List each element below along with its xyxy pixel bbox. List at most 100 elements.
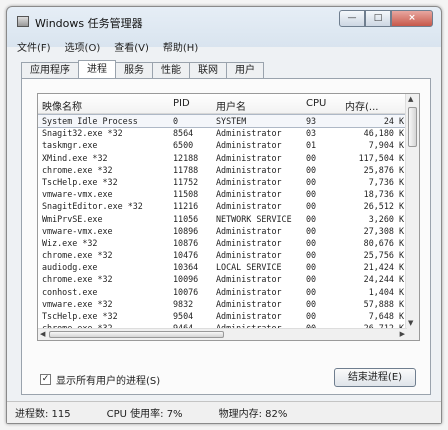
table-row[interactable]: chrome.exe *32 10096 Administrator 00 24,244… xyxy=(38,273,419,285)
process-cpu: 00 xyxy=(306,189,317,200)
table-row[interactable]: XMind.exe *32 12188 Administrator 00 117,504… xyxy=(38,152,419,164)
scroll-up-icon[interactable]: ▲ xyxy=(408,95,413,103)
process-user: Administrator xyxy=(216,274,282,285)
process-pid: 9832 xyxy=(173,298,194,309)
close-button[interactable]: × xyxy=(391,10,433,27)
menu-view[interactable]: 查看(V) xyxy=(112,38,151,55)
table-row[interactable]: vmware-vmx.exe 11508 Administrator 00 18,736… xyxy=(38,188,419,200)
menu-bar: 文件(F) 选项(O) 查看(V) 帮助(H) xyxy=(15,38,200,55)
process-memory: 26,512 K xyxy=(363,201,404,212)
tab-processes[interactable]: 进程 xyxy=(78,60,116,78)
table-row[interactable]: chrome.exe *32 10476 Administrator 00 25,756… xyxy=(38,249,419,261)
minimize-button[interactable]: — xyxy=(339,10,365,27)
scroll-left-icon[interactable]: ◀ xyxy=(40,330,45,338)
process-pid: 10876 xyxy=(173,237,199,248)
tab-applications[interactable]: 应用程序 xyxy=(21,62,79,78)
process-name: vmware.exe *32 xyxy=(42,298,113,309)
column-header-cpu[interactable]: CPU xyxy=(306,98,326,109)
process-name: WmiPrvSE.exe xyxy=(42,213,103,224)
process-pid: 11788 xyxy=(173,164,199,175)
process-pid: 11216 xyxy=(173,201,199,212)
process-memory: 7,904 K xyxy=(368,140,404,151)
process-cpu: 03 xyxy=(306,128,317,139)
process-pid: 0 xyxy=(173,116,179,126)
vertical-scroll-thumb[interactable] xyxy=(408,107,417,147)
process-name: vmware-vmx.exe xyxy=(42,189,113,200)
process-name: taskmgr.exe xyxy=(42,140,98,151)
menu-help[interactable]: 帮助(H) xyxy=(161,38,200,55)
window-controls: — □ × xyxy=(339,10,433,27)
table-row[interactable]: Wiz.exe *32 10876 Administrator 00 80,676 K xyxy=(38,237,419,249)
process-cpu: 00 xyxy=(306,286,317,297)
process-user: Administrator xyxy=(216,128,282,139)
process-name: SnagitEditor.exe *32 xyxy=(42,201,143,212)
process-cpu: 93 xyxy=(306,116,317,126)
process-memory: 25,876 K xyxy=(363,164,404,175)
column-header-memory[interactable]: 内存(... xyxy=(345,98,378,113)
process-cpu: 00 xyxy=(306,164,317,175)
process-name: System Idle Process xyxy=(42,116,138,126)
table-row[interactable]: taskmgr.exe 6500 Administrator 01 7,904 K xyxy=(38,139,419,151)
scroll-down-icon[interactable]: ▼ xyxy=(408,319,413,327)
menu-file[interactable]: 文件(F) xyxy=(15,38,53,55)
table-row[interactable]: vmware.exe *32 9832 Administrator 00 57,888 … xyxy=(38,298,419,310)
process-cpu: 00 xyxy=(306,298,317,309)
process-memory: 7,736 K xyxy=(368,176,404,187)
process-memory: 7,648 K xyxy=(368,311,404,321)
process-name: audiodg.exe xyxy=(42,262,98,273)
column-header-pid[interactable]: PID xyxy=(173,98,190,109)
process-user: Administrator xyxy=(216,250,282,261)
show-all-users-label[interactable]: 显示所有用户的进程(S) xyxy=(56,372,160,387)
process-user: Administrator xyxy=(216,298,282,309)
tab-services[interactable]: 服务 xyxy=(115,62,153,78)
show-all-users-option[interactable]: ✓ 显示所有用户的进程(S) xyxy=(40,372,160,387)
process-memory: 3,260 K xyxy=(368,213,404,224)
table-row[interactable]: System Idle Process 0 SYSTEM 93 24 K xyxy=(38,113,419,129)
process-pid: 12188 xyxy=(173,152,199,163)
vertical-scrollbar[interactable]: ▲ ▼ xyxy=(405,94,419,340)
title-bar[interactable]: Windows 任务管理器 — □ × xyxy=(7,7,441,37)
process-memory: 1,404 K xyxy=(368,286,404,297)
process-cpu: 00 xyxy=(306,250,317,261)
table-row[interactable]: TscHelp.exe *32 11752 Administrator 00 7,736… xyxy=(38,176,419,188)
process-memory: 57,888 K xyxy=(363,298,404,309)
process-pid: 6500 xyxy=(173,140,194,151)
horizontal-scrollbar[interactable]: ◀ ▶ xyxy=(38,328,407,340)
process-memory: 24 K xyxy=(383,116,404,126)
process-pid: 10476 xyxy=(173,250,199,261)
table-row[interactable]: conhost.exe 10076 Administrator 00 1,404 K xyxy=(38,286,419,298)
process-user: Administrator xyxy=(216,225,282,236)
maximize-button[interactable]: □ xyxy=(365,10,391,27)
tab-strip: 应用程序 进程 服务 性能 联网 用户 xyxy=(21,60,264,78)
table-row[interactable]: chrome.exe *32 11788 Administrator 00 25,876… xyxy=(38,164,419,176)
show-all-users-checkbox[interactable]: ✓ xyxy=(40,374,51,385)
process-name: Wiz.exe *32 xyxy=(42,237,98,248)
process-cpu: 00 xyxy=(306,262,317,273)
process-list[interactable]: 映像名称 PID 用户名 CPU 内存(... System Idle Proc… xyxy=(37,93,420,341)
table-row[interactable]: TscHelp.exe *32 9504 Administrator 00 7,648 … xyxy=(38,310,419,322)
menu-options[interactable]: 选项(O) xyxy=(63,38,103,55)
column-header-user-name[interactable]: 用户名 xyxy=(216,98,246,113)
process-memory: 25,756 K xyxy=(363,250,404,261)
task-manager-icon xyxy=(17,16,29,27)
tab-networking[interactable]: 联网 xyxy=(189,62,227,78)
end-process-button[interactable]: 结束进程(E) xyxy=(334,368,416,387)
process-memory: 24,244 K xyxy=(363,274,404,285)
table-row[interactable]: Snagit32.exe *32 8564 Administrator 03 46,18… xyxy=(38,127,419,139)
process-pid: 10896 xyxy=(173,225,199,236)
process-memory: 80,676 K xyxy=(363,237,404,248)
horizontal-scroll-thumb[interactable] xyxy=(49,331,224,338)
process-user: NETWORK SERVICE xyxy=(216,213,292,224)
scroll-right-icon[interactable]: ▶ xyxy=(400,330,405,338)
process-cpu: 00 xyxy=(306,311,317,321)
processes-panel: 映像名称 PID 用户名 CPU 内存(... System Idle Proc… xyxy=(21,78,431,395)
table-row[interactable]: vmware-vmx.exe 10896 Administrator 00 27,308… xyxy=(38,225,419,237)
table-row[interactable]: SnagitEditor.exe *32 11216 Administrator 00… xyxy=(38,200,419,212)
tab-performance[interactable]: 性能 xyxy=(152,62,190,78)
table-row[interactable]: audiodg.exe 10364 LOCAL SERVICE 00 21,424 K xyxy=(38,261,419,273)
tab-users[interactable]: 用户 xyxy=(226,62,264,78)
column-header-image-name[interactable]: 映像名称 xyxy=(42,98,82,113)
process-user: LOCAL SERVICE xyxy=(216,262,282,273)
process-memory: 46,180 K xyxy=(363,128,404,139)
table-row[interactable]: WmiPrvSE.exe 11056 NETWORK SERVICE 00 3,260 … xyxy=(38,213,419,225)
